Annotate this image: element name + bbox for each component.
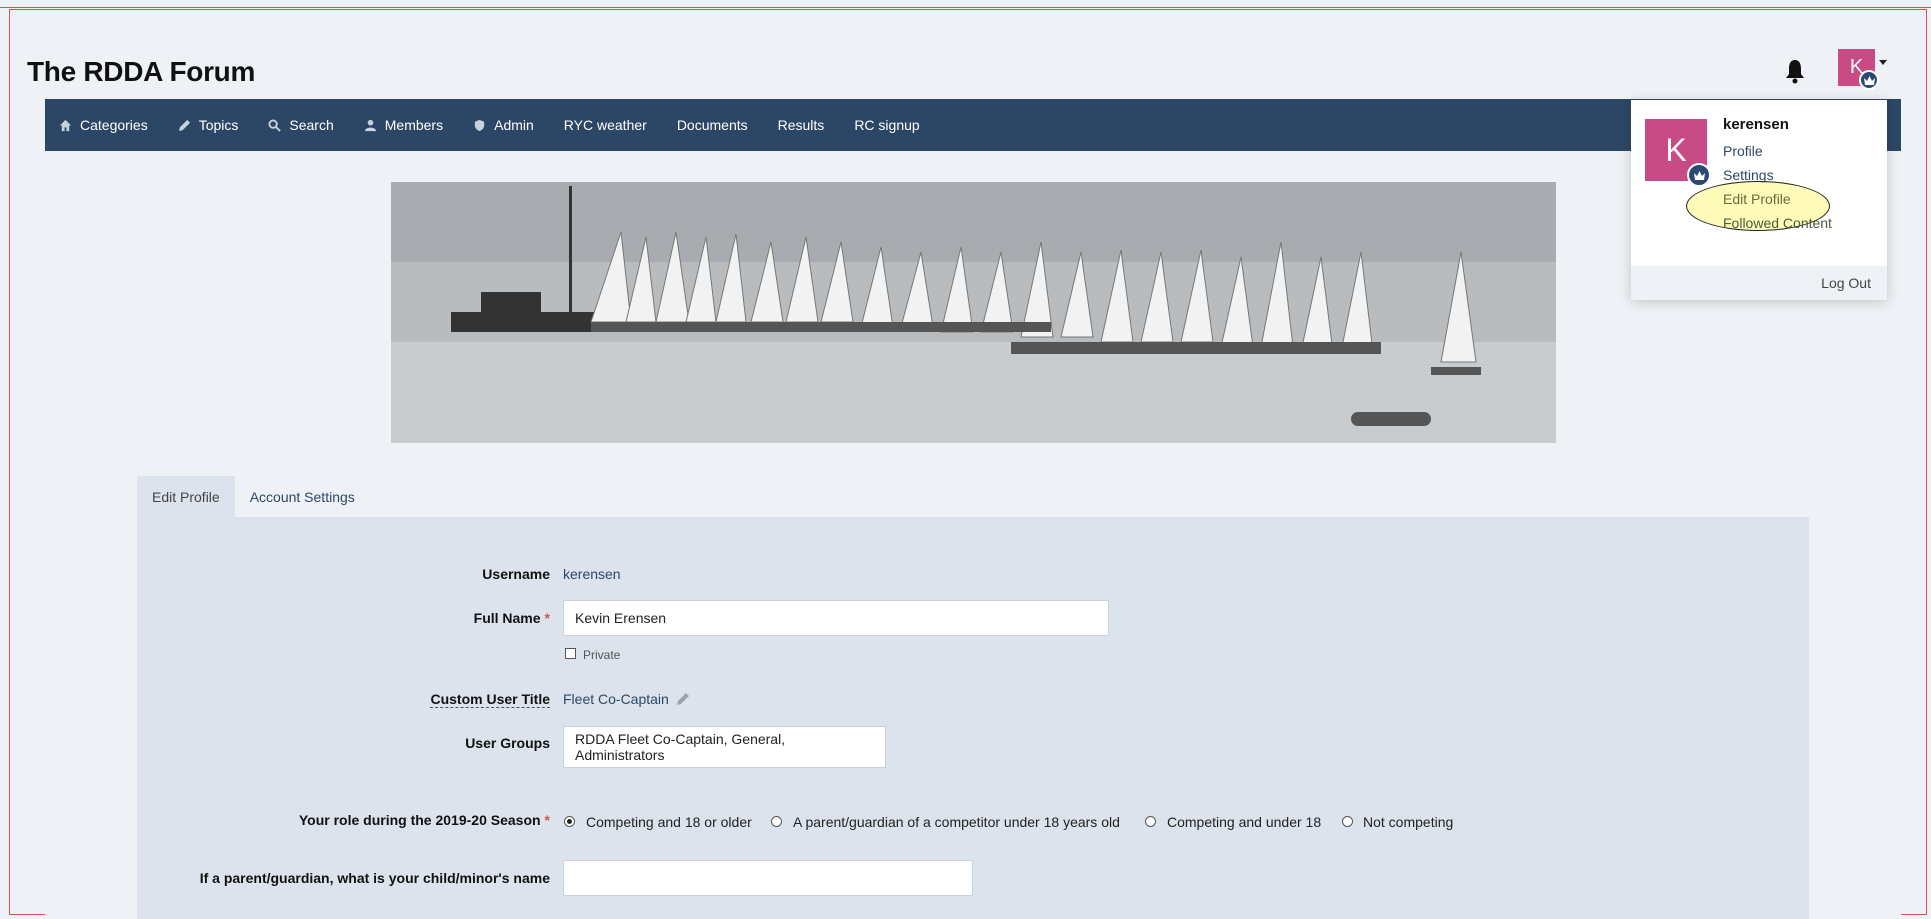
chevron-down-icon[interactable]	[1879, 60, 1887, 65]
nav-item-categories[interactable]: Categories	[59, 117, 148, 133]
nav-item-search[interactable]: Search	[268, 117, 334, 133]
pencil-icon[interactable]	[676, 692, 690, 706]
site-title[interactable]: The RDDA Forum	[27, 56, 255, 88]
private-checkbox[interactable]	[565, 648, 576, 659]
logout-link[interactable]: Log Out	[1821, 275, 1871, 291]
dropdown-username[interactable]: kerensen	[1723, 116, 1789, 133]
nav-label: RYC weather	[563, 117, 647, 133]
private-label: Private	[583, 648, 621, 662]
profile-tabs: Edit Profile Account Settings	[137, 476, 370, 517]
nav-item-topics[interactable]: Topics	[178, 117, 239, 133]
dropdown-link-profile[interactable]: Profile	[1723, 143, 1763, 159]
role-radio-parent[interactable]	[771, 816, 782, 827]
username-label: Username	[482, 566, 550, 582]
custom-title-label[interactable]: Custom User Title	[430, 691, 550, 708]
nav-item-rc-signup[interactable]: RC signup	[854, 117, 919, 133]
role-radio-not-competing[interactable]	[1342, 816, 1353, 827]
nav-label: Results	[777, 117, 825, 133]
child-name-label: If a parent/guardian, what is your child…	[199, 870, 550, 886]
role-option-label: Competing and 18 or older	[586, 814, 752, 830]
user-icon	[364, 119, 376, 131]
nav-item-results[interactable]: Results	[778, 117, 825, 133]
fullname-input[interactable]: Kevin Erensen	[563, 600, 1109, 636]
nav-label: Admin	[494, 117, 534, 133]
nav-item-admin[interactable]: Admin	[473, 117, 534, 133]
edit-profile-form	[137, 517, 1809, 919]
nav-label: Documents	[676, 117, 748, 133]
home-icon	[59, 119, 72, 131]
nav-label: Categories	[80, 117, 148, 133]
shield-icon	[474, 119, 485, 131]
nav-item-ryc-weather[interactable]: RYC weather	[564, 117, 647, 133]
nav-item-documents[interactable]: Documents	[677, 117, 748, 133]
nav-item-members[interactable]: Members	[364, 117, 443, 133]
role-label-text: Your role during the 2019-20 Season	[298, 812, 541, 828]
child-name-input[interactable]	[563, 860, 973, 896]
user-avatar[interactable]: K	[1838, 49, 1879, 90]
nav-label: Search	[289, 117, 334, 133]
fullname-label: Full Name *	[474, 610, 550, 626]
avatar-initial: K	[1665, 131, 1687, 168]
nav-label: Topics	[198, 117, 239, 133]
dropdown-link-edit-profile[interactable]: Edit Profile	[1723, 191, 1791, 207]
fullname-label-text: Full Name	[473, 610, 541, 626]
top-border-line	[0, 7, 1931, 8]
tab-edit-profile[interactable]: Edit Profile	[137, 476, 235, 517]
role-label: Your role during the 2019-20 Season *	[299, 812, 550, 828]
custom-title-value: Fleet Co-Captain	[563, 691, 669, 707]
role-radio-18-or-older[interactable]	[564, 816, 575, 827]
role-radio-under-18[interactable]	[1145, 816, 1156, 827]
role-option-label: A parent/guardian of a competitor under …	[793, 814, 1120, 830]
search-icon	[268, 118, 282, 132]
role-option-label: Not competing	[1363, 814, 1454, 830]
required-mark: *	[544, 812, 550, 828]
nav-label: RC signup	[854, 117, 920, 133]
main-nav: Categories Topics Search Members Admin R…	[45, 99, 1901, 151]
pencil-icon	[178, 119, 190, 131]
bell-icon[interactable]	[1784, 58, 1806, 84]
username-value: kerensen	[563, 566, 621, 582]
dropdown-footer: Log Out	[1631, 266, 1887, 300]
role-option-label: Competing and under 18	[1167, 814, 1322, 830]
user-groups-field: RDDA Fleet Co-Captain, General, Administ…	[563, 726, 886, 768]
nav-label: Members	[384, 117, 444, 133]
banner-image	[391, 182, 1556, 443]
required-mark: *	[544, 610, 550, 626]
dropdown-link-followed-content[interactable]: Followed Content	[1723, 215, 1832, 231]
dropdown-avatar[interactable]: K	[1645, 119, 1711, 187]
crown-icon	[1687, 163, 1711, 187]
tab-account-settings[interactable]: Account Settings	[235, 476, 370, 517]
user-groups-label: User Groups	[465, 735, 550, 751]
crown-icon	[1859, 70, 1879, 90]
